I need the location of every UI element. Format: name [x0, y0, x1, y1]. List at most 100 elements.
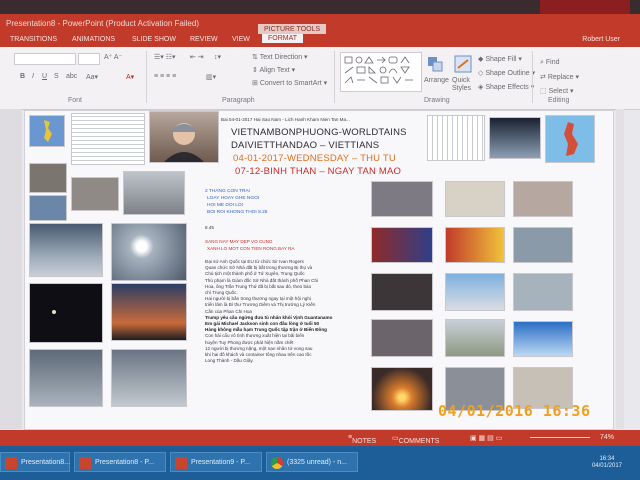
tab-view[interactable]: VIEW: [232, 36, 250, 43]
ribbon-separator: [146, 51, 147, 103]
shape-outline-button[interactable]: ◇ Shape Outline ▾: [478, 69, 535, 77]
font-name-box[interactable]: [14, 53, 76, 65]
select-button[interactable]: ⬚ Select ▾: [540, 87, 574, 95]
red-line-1: SANG NAY MAY DEP VO CUNG: [205, 239, 273, 244]
taskbar-item-presentation9[interactable]: Presentation9 - P...: [170, 452, 262, 472]
powerpoint-icon: [79, 457, 91, 469]
arrange-button[interactable]: Arrange: [424, 77, 449, 84]
replace-button[interactable]: ⇄ Replace ▾: [540, 73, 579, 81]
news-photo-aircraft[interactable]: [513, 227, 573, 263]
sunset-tree-photo[interactable]: [111, 283, 187, 341]
taskbar-item-chrome[interactable]: (3325 unread) - n...: [266, 452, 358, 472]
vertical-scrollbar[interactable]: [616, 109, 624, 429]
sky-photo-1[interactable]: [29, 223, 103, 277]
news-photo-flags[interactable]: [371, 227, 433, 263]
taskbar: Presentation8... Presentation8 - P... Pr…: [0, 446, 640, 480]
align-icons[interactable]: ≡ ≡ ≡ ≡: [154, 73, 176, 80]
bullets-icon[interactable]: ☰▾ ☷▾: [154, 53, 176, 61]
char-spacing-icon[interactable]: abc: [66, 73, 77, 80]
vietnam-map-image[interactable]: [29, 115, 65, 147]
poem-line-4: BOI ROI KHONG THOI 8.25: [207, 210, 268, 215]
find-button[interactable]: ⌕ Find: [540, 59, 560, 67]
bold-button[interactable]: B: [20, 73, 25, 80]
moon-icon: [52, 310, 56, 314]
news-photo-couple[interactable]: [371, 273, 433, 311]
uk-map-image[interactable]: [545, 115, 595, 163]
shapes-gallery[interactable]: [340, 52, 422, 92]
tab-format[interactable]: FORMAT: [262, 34, 304, 43]
arrange-icon[interactable]: [426, 55, 444, 73]
user-name[interactable]: Robert User: [582, 36, 620, 43]
news-body-text: Đại sứ Anh Quốc tại EU từ chức Sir Ivan …: [205, 259, 333, 364]
news-photo-speaker[interactable]: [513, 181, 573, 217]
slide-title-line-1: VIETNAMBONPHUONG-WORLDTAINS: [231, 127, 407, 138]
font-size-box[interactable]: [78, 53, 100, 65]
quick-styles-button[interactable]: Quick Styles: [452, 77, 474, 93]
font-color-icon[interactable]: A▾: [126, 73, 134, 81]
columns-icon[interactable]: ▥▾: [206, 73, 216, 81]
slide-thumbnails-pane[interactable]: [0, 109, 22, 429]
group-photo-image[interactable]: [71, 177, 119, 211]
zoom-level[interactable]: 74%: [600, 434, 614, 441]
tab-slide-show[interactable]: SLIDE SHOW: [132, 36, 176, 43]
newspaper-image-2[interactable]: [427, 115, 485, 161]
night-moon-photo[interactable]: [29, 283, 103, 343]
indent-icon[interactable]: ⇤ ⇥: [190, 53, 204, 61]
newspaper-collage-image[interactable]: [71, 113, 145, 165]
strike-button[interactable]: S: [54, 73, 59, 80]
comments-button[interactable]: ▭ COMMENTS: [392, 434, 439, 445]
tab-transitions[interactable]: TRANSITIONS: [10, 36, 57, 43]
slide-title-line-2: DAIVIETTHANDAO – VIETTIANS: [231, 140, 380, 151]
shapes-icon: [344, 56, 413, 84]
red-line-2: XANH LO MOT CON TIEN RONG BAY RA: [207, 246, 295, 251]
view-buttons[interactable]: ▣ ▦ ▤ ▭: [470, 434, 502, 442]
sun-cloud-photo[interactable]: [111, 223, 187, 281]
zoom-slider[interactable]: [530, 437, 590, 438]
camera-date-stamp: 04/01/2016 16:36: [438, 402, 591, 420]
chrome-icon: [271, 457, 283, 469]
slide-lunar-date-line: 07-12-BINH THAN – NGAY TAN MAO: [235, 166, 402, 177]
change-case-icon[interactable]: Aa▾: [86, 73, 98, 81]
sky-photo-2[interactable]: [29, 349, 103, 407]
news-photo-tree[interactable]: [445, 319, 505, 357]
small-photo-2[interactable]: [29, 195, 67, 221]
notes-button[interactable]: ≡ NOTES: [348, 434, 376, 445]
slide-canvas[interactable]: Bai 04-01-2017 Hai Sao Nam - Lich Hanh K…: [24, 110, 614, 430]
window-title: Presentation8 - PowerPoint (Product Acti…: [6, 19, 199, 28]
tab-animations[interactable]: ANIMATIONS: [72, 36, 115, 43]
sky-thumb[interactable]: [489, 117, 541, 159]
taskbar-item-presentation8-b[interactable]: Presentation8 - P...: [74, 452, 166, 472]
text-direction-button[interactable]: ⇅ Text Direction ▾: [252, 53, 308, 61]
italic-button[interactable]: I: [32, 73, 34, 80]
group-label-paragraph: Paragraph: [222, 97, 255, 104]
sky-photo-3[interactable]: [111, 349, 187, 407]
powerpoint-icon: [175, 457, 187, 469]
blue-sky-photo[interactable]: [513, 321, 573, 357]
news-photo-trump[interactable]: [445, 227, 505, 263]
taskbar-clock[interactable]: 16:34 04/01/2017: [592, 456, 622, 470]
sunrise-photo[interactable]: [371, 367, 433, 411]
news-photo-tower[interactable]: [445, 273, 505, 311]
tab-review[interactable]: REVIEW: [190, 36, 218, 43]
ribbon-tabs: TRANSITIONS ANIMATIONS SLIDE SHOW REVIEW…: [0, 34, 640, 47]
news-photo-carrier[interactable]: [513, 273, 573, 311]
news-photo-crowd[interactable]: [371, 319, 433, 357]
status-bar: ≡ NOTES ▭ COMMENTS ▣ ▦ ▤ ▭ 74%: [0, 430, 640, 446]
quick-styles-icon[interactable]: [454, 55, 472, 73]
align-text-button[interactable]: ⇕ Align Text ▾: [252, 66, 295, 74]
portrait-woman-image[interactable]: [149, 111, 219, 163]
line-spacing-icon[interactable]: ↕▾: [214, 53, 221, 61]
person-icon: [164, 123, 204, 162]
small-photo-1[interactable]: [29, 163, 67, 193]
taskbar-item-presentation8-a[interactable]: Presentation8...: [0, 452, 70, 472]
underline-button[interactable]: U: [42, 73, 47, 80]
shape-effects-button[interactable]: ◈ Shape Effects ▾: [478, 83, 534, 91]
news-photo-officials[interactable]: [371, 181, 433, 217]
convert-smartart-button[interactable]: ⊞ Convert to SmartArt ▾: [252, 79, 327, 87]
group-label-font: Font: [68, 97, 83, 104]
font-grow-icon[interactable]: A⁺ A⁻: [104, 53, 122, 61]
news-photo-man[interactable]: [445, 181, 505, 217]
shape-fill-button[interactable]: ◆ Shape Fill ▾: [478, 55, 522, 63]
powerpoint-icon: [5, 457, 17, 469]
cloudy-sky-image[interactable]: [123, 171, 185, 215]
